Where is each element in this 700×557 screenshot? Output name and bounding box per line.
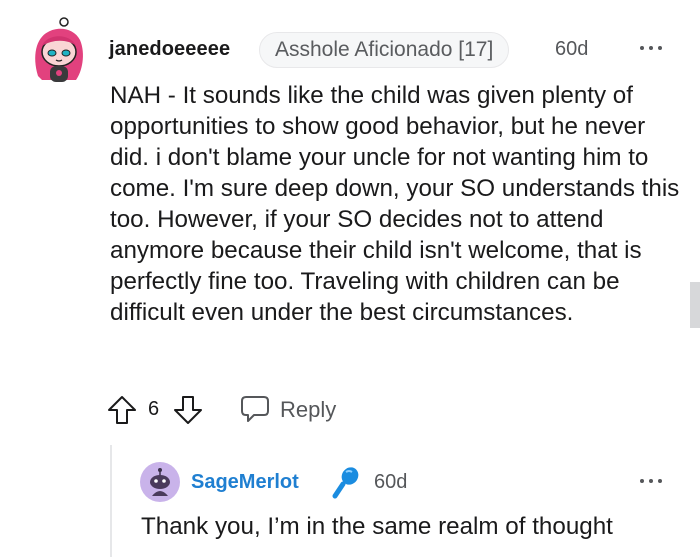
downvote-icon[interactable] — [172, 394, 204, 426]
reply-more-options-icon[interactable] — [640, 471, 664, 491]
reply-label: Reply — [280, 397, 337, 422]
reply-button[interactable]: Reply — [240, 392, 350, 426]
reply-user-avatar[interactable] — [140, 462, 180, 502]
comment-actions: 6 Reply — [106, 392, 366, 426]
microphone-icon — [332, 467, 359, 499]
reply-author[interactable]: SageMerlot — [191, 471, 299, 494]
reply-age: 60d — [374, 471, 408, 493]
user-flair: Asshole Aficionado [17] — [259, 32, 510, 68]
vote-count: 6 — [148, 398, 160, 420]
comment-author[interactable]: janedoeeeee — [109, 38, 230, 61]
upvote-icon[interactable] — [106, 394, 138, 426]
comment-bubble-icon — [241, 396, 269, 422]
thread-line[interactable] — [110, 445, 112, 557]
reply-body: Thank you, I’m in the same realm of thou… — [141, 513, 613, 540]
more-options-icon[interactable] — [640, 38, 664, 58]
comment-body: NAH - It sounds like the child was given… — [110, 82, 680, 326]
comment-age: 60d — [555, 38, 589, 60]
scrollbar[interactable] — [690, 282, 700, 328]
user-avatar[interactable] — [30, 16, 88, 86]
